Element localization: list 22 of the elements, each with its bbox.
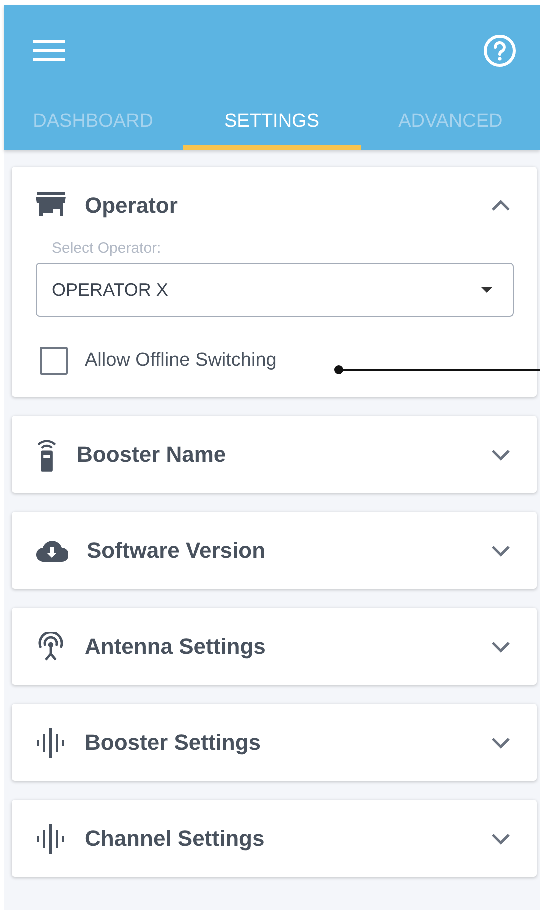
waveform-icon <box>36 728 66 758</box>
chevron-up-icon[interactable] <box>491 200 511 212</box>
waveform-icon <box>36 824 66 854</box>
dropdown-arrow-icon <box>481 287 493 293</box>
antenna-icon <box>36 632 66 662</box>
chevron-down-icon[interactable] <box>491 736 511 748</box>
section-title[interactable]: Booster Settings <box>85 730 491 756</box>
checkbox[interactable] <box>40 347 68 375</box>
section-title[interactable]: Antenna Settings <box>85 634 491 660</box>
section-title[interactable]: Operator <box>85 192 491 218</box>
chevron-down-icon[interactable] <box>491 448 511 460</box>
section-title[interactable]: Software Version <box>87 538 491 564</box>
checkbox-label: Allow Offline Switching <box>85 350 277 372</box>
store-icon <box>36 192 66 216</box>
chevron-down-icon[interactable] <box>491 832 511 844</box>
field-label: Select Operator: <box>51 240 162 257</box>
operator-dropdown[interactable]: OPERATOR X <box>36 263 514 317</box>
section-title[interactable]: Booster Name <box>77 442 491 468</box>
section-title[interactable]: Channel Settings <box>85 826 491 852</box>
cloud-download-icon <box>36 540 68 562</box>
chevron-down-icon[interactable] <box>491 544 511 556</box>
chevron-down-icon[interactable] <box>491 640 511 652</box>
